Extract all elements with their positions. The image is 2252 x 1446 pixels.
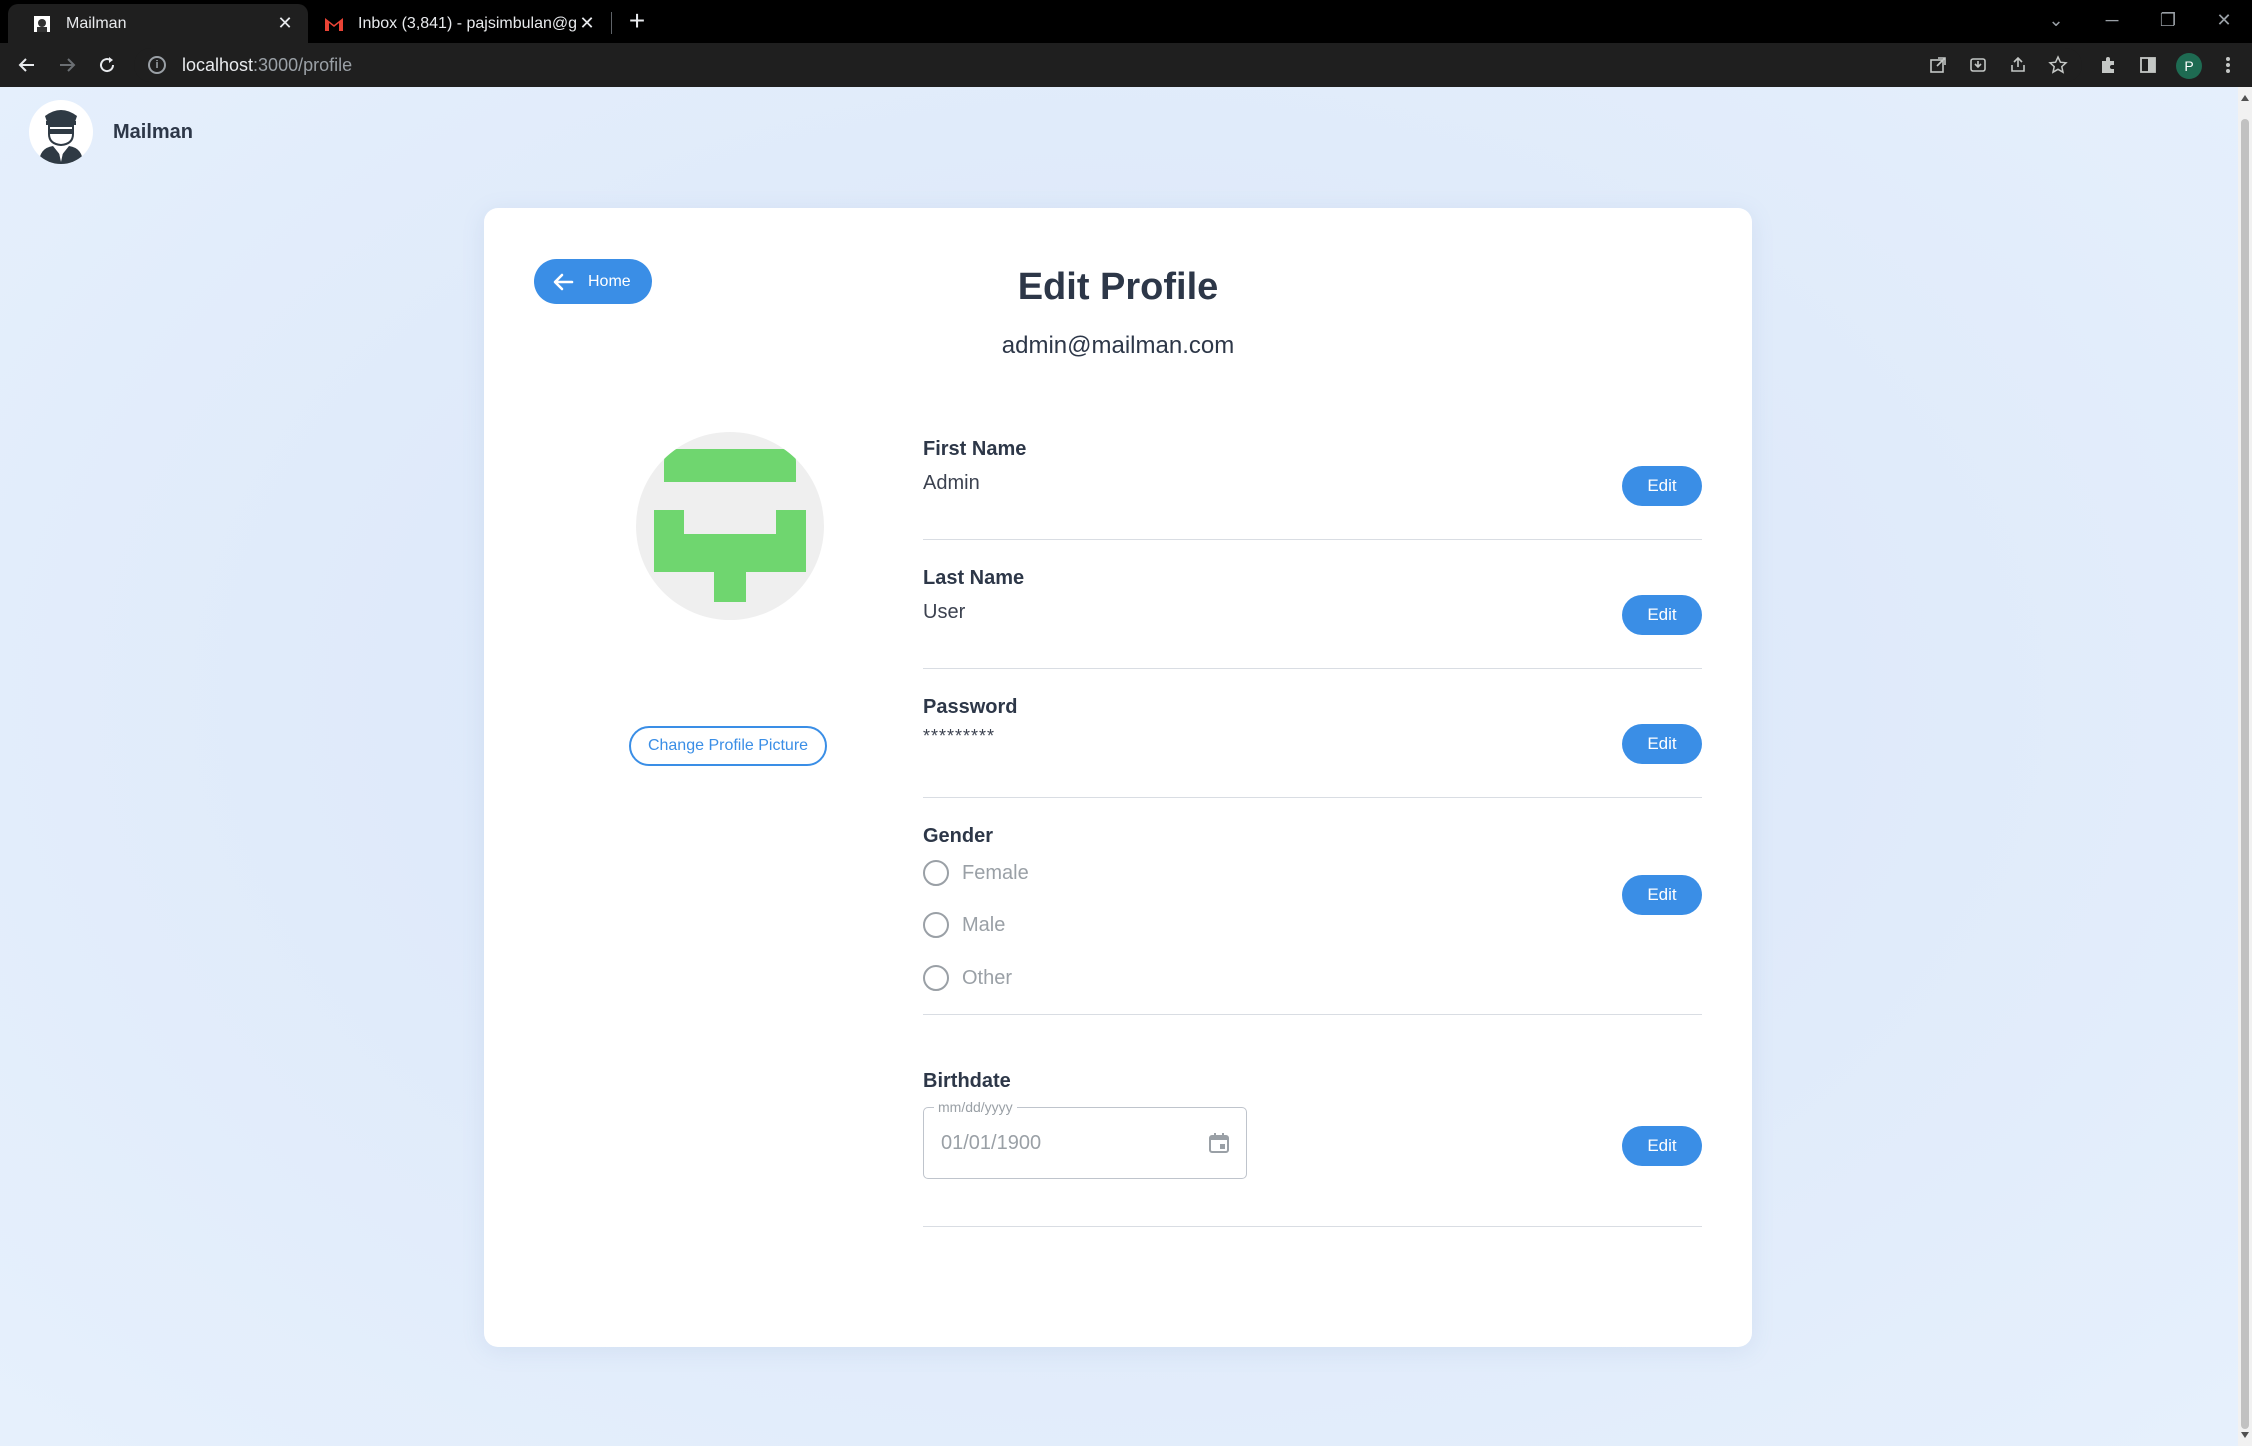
mailman-favicon-icon — [32, 14, 52, 34]
radio-label: Other — [962, 966, 1013, 989]
gender-field: Gender Female Male Other Edit — [923, 825, 1702, 1015]
edit-profile-card: Home Edit Profile admin@mailman.com Chan… — [484, 208, 1752, 1347]
first-name-field: First Name Admin Edit — [923, 438, 1702, 540]
new-tab-icon[interactable]: + — [622, 5, 652, 36]
app-name: Mailman — [113, 120, 194, 143]
close-tab-icon[interactable]: ✕ — [274, 12, 296, 34]
scroll-up-icon[interactable] — [2241, 95, 2249, 101]
page-scrollbar[interactable] — [2238, 87, 2252, 1446]
site-info-icon[interactable]: i — [148, 56, 166, 74]
first-name-label: First Name — [923, 438, 1027, 460]
close-tab-icon[interactable]: ✕ — [576, 12, 598, 34]
tab-inbox[interactable]: Inbox (3,841) - pajsimbulan@gm ✕ — [310, 4, 610, 43]
last-name-value: User — [923, 601, 966, 623]
first-name-value: Admin — [923, 472, 980, 494]
tab-search-icon[interactable]: ⌄ — [2028, 0, 2084, 40]
browser-profile-avatar[interactable]: P — [2176, 53, 2202, 79]
birthdate-value: 01/01/1900 — [941, 1132, 1042, 1154]
url-path: :3000/profile — [253, 54, 353, 75]
user-email: admin@mailman.com — [1001, 332, 1235, 359]
url-host: localhost — [182, 54, 254, 75]
radio-button[interactable] — [923, 912, 949, 938]
radio-label: Female — [962, 861, 1029, 884]
gender-label: Gender — [923, 825, 994, 847]
bookmark-star-icon[interactable] — [2044, 51, 2072, 79]
page: Mailman Home Edit Profile admin@mailman.… — [0, 87, 2238, 1446]
share-icon[interactable] — [2004, 51, 2032, 79]
restore-icon[interactable]: ❐ — [2140, 0, 2196, 40]
password-label: Password — [923, 696, 1018, 718]
birthdate-format-hint: mm/dd/yyyy — [934, 1099, 1017, 1115]
browser-toolbar: i localhost:3000/profile P — [0, 43, 2252, 87]
tab-separator — [611, 12, 612, 34]
last-name-field: Last Name User Edit — [923, 567, 1702, 669]
edit-gender-button[interactable]: Edit — [1622, 875, 1702, 915]
scroll-down-icon[interactable] — [2241, 1432, 2249, 1438]
radio-button[interactable] — [923, 860, 949, 886]
gender-option-female[interactable]: Female — [923, 860, 1029, 886]
edit-birthdate-button[interactable]: Edit — [1622, 1126, 1702, 1166]
last-name-label: Last Name — [923, 567, 1025, 589]
radio-label: Male — [962, 913, 1006, 936]
app-brand[interactable]: Mailman — [29, 100, 193, 164]
edit-first-name-button[interactable]: Edit — [1622, 466, 1702, 506]
birthdate-field: Birthdate mm/dd/yyyy 01/01/1900 Edit — [923, 1070, 1702, 1227]
address-bar[interactable]: i localhost:3000/profile — [134, 48, 2082, 82]
minimize-icon[interactable]: ─ — [2084, 0, 2140, 40]
reload-icon[interactable] — [92, 50, 122, 80]
calendar-icon[interactable] — [1206, 1130, 1232, 1156]
install-icon[interactable] — [1964, 51, 1992, 79]
close-window-icon[interactable]: ✕ — [2196, 0, 2252, 40]
radio-button[interactable] — [923, 965, 949, 991]
scrollbar-thumb[interactable] — [2241, 119, 2249, 1429]
open-in-app-icon[interactable] — [1924, 51, 1952, 79]
gmail-icon — [324, 14, 344, 34]
password-value: ********* — [923, 726, 996, 746]
mailman-logo — [29, 100, 93, 164]
forward-icon[interactable] — [52, 50, 82, 80]
profile-picture — [636, 432, 824, 620]
birthdate-label: Birthdate — [923, 1070, 1011, 1092]
tab-title: Inbox (3,841) - pajsimbulan@gm — [358, 14, 576, 32]
back-icon[interactable] — [12, 50, 42, 80]
tab-title: Mailman — [66, 14, 127, 32]
page-title: Edit Profile — [1017, 266, 1219, 308]
menu-kebab-icon[interactable] — [2214, 51, 2242, 79]
change-profile-picture-button[interactable]: Change Profile Picture — [629, 726, 827, 766]
edit-last-name-button[interactable]: Edit — [1622, 595, 1702, 635]
side-panel-icon[interactable] — [2134, 51, 2162, 79]
gender-option-male[interactable]: Male — [923, 912, 1005, 938]
birthdate-input[interactable]: mm/dd/yyyy 01/01/1900 — [923, 1099, 1247, 1179]
edit-password-button[interactable]: Edit — [1622, 724, 1702, 764]
gender-option-other[interactable]: Other — [923, 965, 1012, 991]
tab-mailman[interactable]: Mailman ✕ — [8, 4, 308, 43]
browser-tab-strip: Mailman ✕ Inbox (3,841) - pajsimbulan@gm… — [0, 0, 2252, 43]
extensions-icon[interactable] — [2094, 51, 2122, 79]
password-field: Password ********* Edit — [923, 696, 1702, 798]
